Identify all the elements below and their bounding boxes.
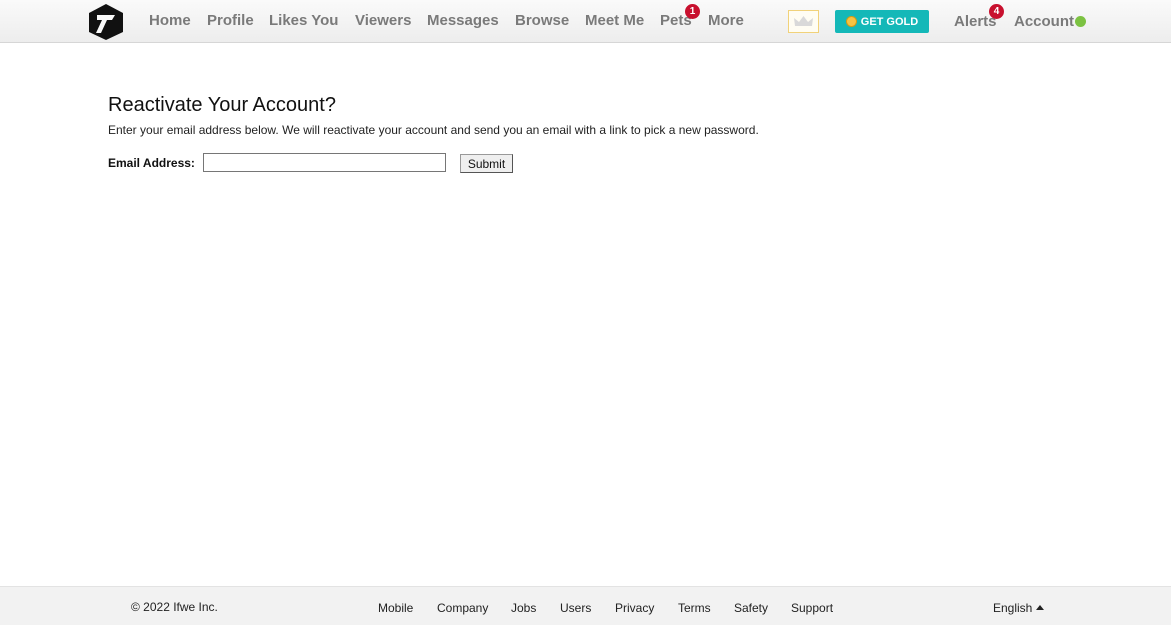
language-selector[interactable]: English <box>993 601 1045 615</box>
nav-likes-you[interactable]: Likes You <box>269 12 338 29</box>
nav-home[interactable]: Home <box>149 12 191 29</box>
nav-profile[interactable]: Profile <box>207 12 254 29</box>
email-input[interactable] <box>203 153 446 172</box>
instructions-text: Enter your email address below. We will … <box>108 123 759 137</box>
footer-link-mobile[interactable]: Mobile <box>378 601 413 615</box>
top-nav-bar: Home Profile Likes You Viewers Messages … <box>0 0 1171 43</box>
footer: © 2022 Ifwe Inc. Mobile Company Jobs Use… <box>0 586 1171 625</box>
footer-link-jobs[interactable]: Jobs <box>511 601 536 615</box>
alerts-badge: 4 <box>989 4 1004 19</box>
reactivate-account-section: Reactivate Your Account? Enter your emai… <box>108 94 1008 173</box>
pets-badge: 1 <box>685 4 700 19</box>
get-gold-label: GET GOLD <box>860 15 919 28</box>
vip-crown-button[interactable] <box>788 10 819 33</box>
footer-link-users[interactable]: Users <box>560 601 591 615</box>
email-form: Email Address: Submit <box>108 153 608 175</box>
footer-link-safety[interactable]: Safety <box>734 601 768 615</box>
caret-up-icon <box>1036 605 1045 610</box>
get-gold-button[interactable]: GET GOLD <box>835 10 929 33</box>
coin-icon <box>845 16 857 27</box>
page-title: Reactivate Your Account? <box>108 94 336 116</box>
logo-icon <box>89 4 123 40</box>
nav-account[interactable]: Account <box>1014 13 1074 30</box>
footer-link-privacy[interactable]: Privacy <box>615 601 654 615</box>
language-label: English <box>993 601 1033 615</box>
tagged-logo[interactable] <box>88 3 124 41</box>
nav-more[interactable]: More <box>708 12 744 29</box>
footer-link-company[interactable]: Company <box>437 601 488 615</box>
footer-link-terms[interactable]: Terms <box>678 601 711 615</box>
footer-link-support[interactable]: Support <box>791 601 833 615</box>
copyright-text: © 2022 Ifwe Inc. <box>131 600 218 614</box>
submit-button[interactable]: Submit <box>460 154 513 173</box>
nav-viewers[interactable]: Viewers <box>355 12 411 29</box>
email-label: Email Address: <box>108 156 195 170</box>
crown-icon <box>794 16 813 26</box>
nav-browse[interactable]: Browse <box>515 12 569 29</box>
nav-messages[interactable]: Messages <box>427 12 499 29</box>
nav-meet-me[interactable]: Meet Me <box>585 12 644 29</box>
online-status-indicator <box>1075 16 1086 27</box>
